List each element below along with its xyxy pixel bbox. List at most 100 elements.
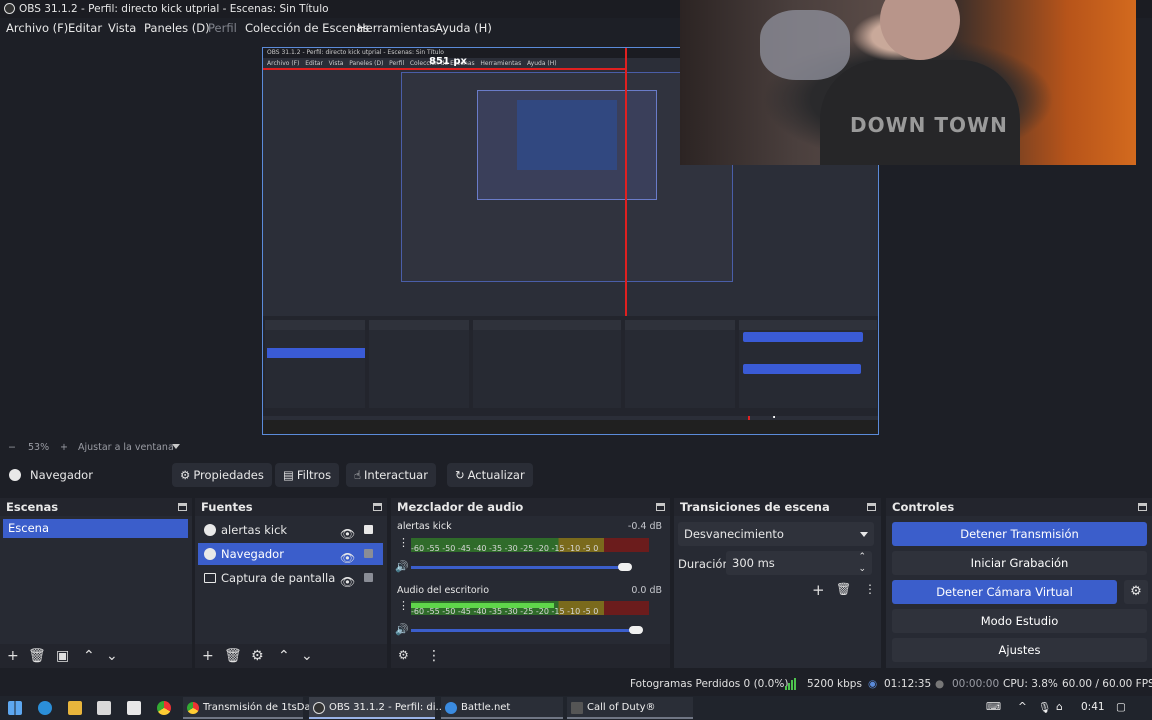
- volume-slider[interactable]: [411, 629, 637, 632]
- undock-icon[interactable]: [867, 503, 876, 511]
- undock-icon[interactable]: [178, 503, 187, 511]
- undock-icon[interactable]: [1138, 503, 1147, 511]
- scene-item[interactable]: Escena: [3, 519, 188, 538]
- chevron-up-icon[interactable]: ^: [1018, 701, 1027, 713]
- volume-meter: -60 -55 -50 -45 -40 -35 -30 -25 -20 -15 …: [411, 601, 649, 616]
- eye-icon[interactable]: 👁: [340, 523, 355, 545]
- move-down-icon[interactable]: ⌄: [106, 648, 118, 664]
- source-row-navegador[interactable]: Navegador 👁: [198, 543, 383, 565]
- volume-slider[interactable]: [411, 566, 625, 569]
- volume-slider-knob[interactable]: [617, 563, 632, 571]
- source-row-captura[interactable]: Captura de pantalla 👁: [198, 567, 383, 589]
- taskbar-task-cod[interactable]: Call of Duty®: [567, 697, 693, 719]
- microphone-icon[interactable]: 🎙: [1038, 701, 1051, 714]
- menu-paneles[interactable]: Paneles (D): [144, 21, 210, 35]
- globe-icon: [204, 524, 216, 536]
- duration-label: Duración: [678, 557, 730, 571]
- zoom-value: 53%: [28, 442, 50, 453]
- add-source-icon[interactable]: +: [202, 648, 214, 664]
- move-down-icon[interactable]: ⌄: [301, 648, 313, 664]
- menu-coleccion-escenas[interactable]: Colección de Escenas: [245, 21, 369, 35]
- menu-herramientas[interactable]: Herramientas: [357, 21, 435, 35]
- spin-arrows-icon[interactable]: ⌃ ⌄: [858, 551, 866, 575]
- speaker-icon[interactable]: 🔊: [395, 560, 409, 573]
- eye-icon[interactable]: 👁: [340, 547, 355, 569]
- speaker-icon[interactable]: 🔊: [395, 623, 409, 636]
- sources-dock: Fuentes alertas kick 👁 Navegador 👁 Captu…: [195, 498, 387, 668]
- taskbar-task-battlenet[interactable]: Battle.net: [441, 697, 563, 719]
- taskbar-task-obs[interactable]: OBS 31.1.2 - Perfil: di...: [309, 697, 445, 719]
- chrome-icon[interactable]: [157, 701, 171, 715]
- refresh-label: Actualizar: [467, 468, 525, 482]
- move-up-icon[interactable]: ⌃: [83, 648, 95, 664]
- move-up-icon[interactable]: ⌃: [278, 648, 290, 664]
- record-time: 00:00:00: [952, 678, 1000, 690]
- notification-icon[interactable]: ▢: [1116, 701, 1126, 713]
- file-explorer-icon[interactable]: [68, 701, 82, 715]
- edge-browser-icon[interactable]: [38, 701, 52, 715]
- unlock-icon[interactable]: [364, 549, 373, 558]
- duration-spinbox[interactable]: 300 ms ⌃ ⌄: [726, 551, 872, 575]
- zoom-in-button[interactable]: +: [60, 442, 68, 453]
- channel-db: -0.4 dB: [627, 521, 662, 532]
- network-icon[interactable]: ⌂: [1056, 701, 1063, 713]
- zoom-out-button[interactable]: −: [8, 442, 16, 453]
- interact-button[interactable]: ☝ Interactuar: [346, 463, 436, 487]
- scene-filters-icon[interactable]: ▣: [56, 648, 69, 664]
- filters-button[interactable]: ▤ Filtros: [275, 463, 340, 487]
- source-toolbar: Navegador ⚙ Propiedades ▤ Filtros ☝ Interac…: [0, 460, 1152, 490]
- selected-source-name: Navegador: [30, 468, 93, 482]
- studio-mode-button[interactable]: Modo Estudio: [892, 609, 1147, 633]
- zoom-fit-dropdown[interactable]: Ajustar a la ventana: [78, 442, 174, 453]
- menu-vista[interactable]: Vista: [108, 21, 136, 35]
- more-options-icon[interactable]: ⋮: [398, 599, 409, 612]
- mail-icon[interactable]: [127, 701, 141, 715]
- channel-db: 0.0 dB: [631, 585, 662, 596]
- hand-pointer-icon: ☝: [354, 468, 362, 482]
- volume-slider-knob[interactable]: [629, 626, 644, 634]
- transition-select[interactable]: Desvanecimiento: [678, 522, 874, 546]
- undock-icon[interactable]: [373, 503, 382, 511]
- controls-title: Controles: [892, 500, 955, 514]
- battlenet-icon: [445, 702, 457, 714]
- eye-icon[interactable]: 👁: [340, 571, 355, 593]
- more-options-icon[interactable]: ⋮: [398, 536, 409, 549]
- webcam-shirt-text: DOWN TOWN: [850, 113, 1008, 137]
- store-icon[interactable]: [97, 701, 111, 715]
- fps: 60.00 / 60.00 FPS: [1062, 678, 1152, 690]
- menu-editar[interactable]: Editar: [68, 21, 102, 35]
- add-scene-icon[interactable]: +: [7, 648, 19, 664]
- add-transition-icon[interactable]: +: [812, 581, 825, 599]
- trash-icon[interactable]: 🗑: [28, 648, 46, 664]
- source-row-alertas-kick[interactable]: alertas kick 👁: [198, 519, 383, 541]
- chevron-down-icon[interactable]: [172, 444, 180, 449]
- gear-icon[interactable]: ⚙: [251, 648, 264, 664]
- advanced-audio-icon[interactable]: ⚙: [398, 648, 409, 662]
- keyboard-icon[interactable]: ⌨: [986, 701, 1001, 713]
- lock-icon[interactable]: [364, 525, 373, 534]
- stream-time: 01:12:35: [884, 678, 932, 690]
- taskbar-task-chrome[interactable]: Transmisión de 1tsDa...: [183, 697, 320, 719]
- properties-button[interactable]: ⚙ Propiedades: [172, 463, 272, 487]
- mixer-title: Mezclador de audio: [397, 500, 524, 514]
- menu-perfil[interactable]: Perfil: [208, 21, 237, 35]
- signal-strength-icon: [785, 678, 797, 690]
- menu-archivo[interactable]: Archivo (F): [6, 21, 68, 35]
- stop-stream-button[interactable]: Detener Transmisión: [892, 522, 1147, 546]
- trash-icon[interactable]: 🗑: [836, 582, 851, 596]
- taskbar-clock[interactable]: 0:41: [1081, 701, 1105, 713]
- monitor-icon: [204, 573, 216, 583]
- menu-ayuda[interactable]: Ayuda (H): [435, 21, 492, 35]
- start-recording-button[interactable]: Iniciar Grabación: [892, 551, 1147, 575]
- more-options-icon[interactable]: ⋮: [427, 648, 441, 664]
- scenes-title: Escenas: [6, 500, 59, 514]
- virtual-cam-settings-gear-icon[interactable]: ⚙: [1124, 580, 1148, 604]
- unlock-icon[interactable]: [364, 573, 373, 582]
- windows-start-icon[interactable]: [8, 701, 22, 715]
- refresh-button[interactable]: ↻ Actualizar: [447, 463, 533, 487]
- settings-button[interactable]: Ajustes: [892, 638, 1147, 662]
- undock-icon[interactable]: [656, 503, 665, 511]
- trash-icon[interactable]: 🗑: [224, 648, 242, 664]
- stop-virtual-cam-button[interactable]: Detener Cámara Virtual: [892, 580, 1117, 604]
- more-options-icon[interactable]: ⋮: [864, 582, 876, 596]
